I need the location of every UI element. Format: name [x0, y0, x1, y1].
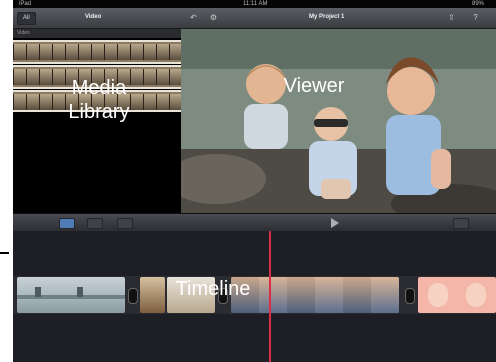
viewer-video-frame: [181, 29, 496, 213]
playhead[interactable]: [269, 231, 271, 362]
timeline-toolbar: [13, 213, 496, 231]
share-icon[interactable]: ⇪: [447, 13, 456, 22]
viewer-label: Viewer: [283, 75, 345, 97]
battery-label: 89%: [471, 1, 484, 7]
play-icon[interactable]: [331, 218, 339, 228]
video-clip-thumbnail[interactable]: [13, 40, 181, 64]
zoom-toggle[interactable]: [453, 218, 469, 229]
media-library-label: Media Library: [68, 77, 130, 123]
timeline-clip-baby[interactable]: [418, 277, 496, 313]
top-toolbar: All Video ↶ ⚙ My Project 1 ⇪ ?: [13, 8, 496, 29]
timeline-clip-beach[interactable]: [17, 277, 125, 313]
help-icon[interactable]: ?: [471, 13, 480, 22]
project-title: My Project 1: [309, 14, 345, 20]
viewer[interactable]: Viewer: [181, 29, 496, 213]
timeline-label: Timeline: [175, 278, 251, 300]
camera-icon[interactable]: [87, 218, 103, 229]
settings-icon[interactable]: ⚙: [209, 13, 218, 22]
microphone-icon[interactable]: [117, 218, 133, 229]
media-library[interactable]: Video Media Library: [13, 29, 181, 213]
transition-icon[interactable]: [128, 288, 138, 304]
timeline[interactable]: Timeline: [13, 231, 496, 362]
transition-icon[interactable]: [405, 288, 415, 304]
carrier-label: iPad: [19, 1, 32, 7]
annotation-line: [0, 252, 9, 254]
media-library-header: Video: [13, 29, 181, 38]
imovie-ipad-window: iPad 11:11 AM 89% All Video ↶ ⚙ My Proje…: [13, 0, 496, 362]
media-title: Video: [85, 14, 102, 20]
clock: 11:11 AM: [243, 1, 268, 7]
undo-icon[interactable]: ↶: [189, 13, 198, 22]
back-button[interactable]: All: [17, 12, 36, 25]
media-browser-toggle[interactable]: [59, 218, 75, 229]
status-bar: iPad 11:11 AM 89%: [13, 0, 496, 8]
